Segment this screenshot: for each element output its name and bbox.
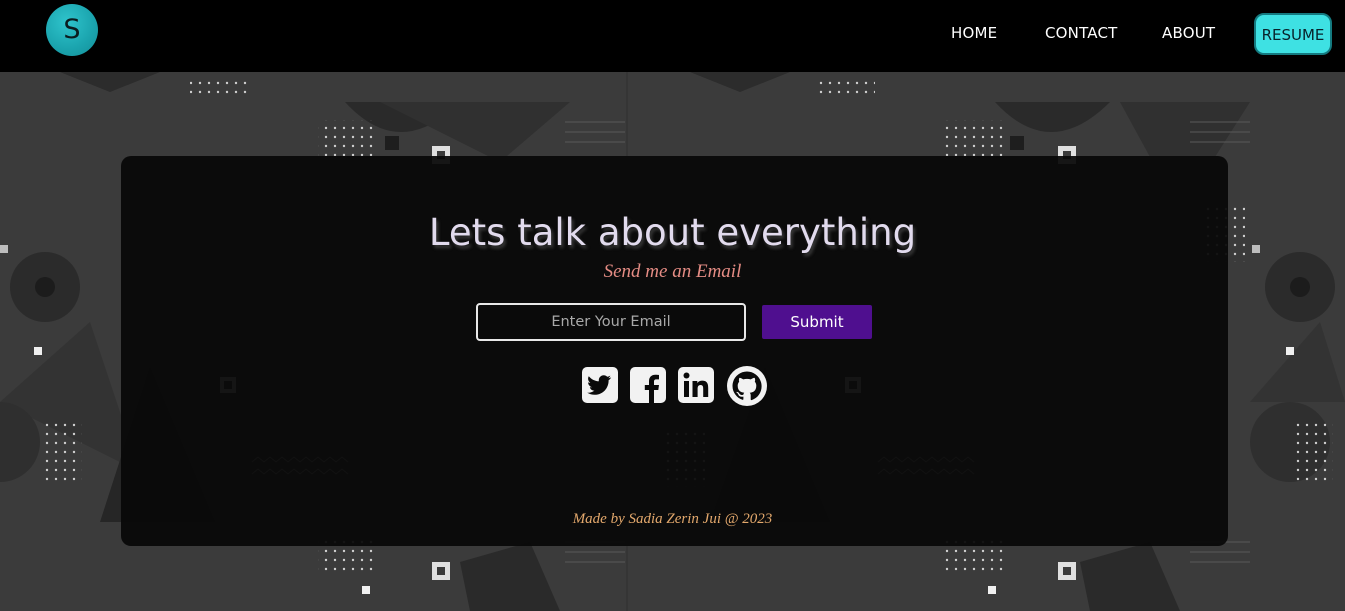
resume-button[interactable]: RESUME: [1254, 13, 1332, 55]
linkedin-icon[interactable]: [676, 365, 716, 405]
footer-credit: Made by Sadia Zerin Jui @ 2023: [572, 511, 773, 527]
nav-link-about[interactable]: ABOUT: [1162, 24, 1215, 42]
navbar: S HOME CONTACT ABOUT RESUME: [0, 0, 1345, 72]
logo-avatar[interactable]: S: [46, 4, 98, 56]
submit-button[interactable]: Submit: [762, 305, 872, 339]
email-input[interactable]: [476, 303, 746, 341]
twitter-icon[interactable]: [580, 365, 620, 405]
facebook-icon[interactable]: [628, 365, 668, 405]
contact-subheading: Send me an Email: [603, 261, 742, 282]
contact-heading: Lets talk about everything: [428, 211, 917, 254]
github-icon[interactable]: [726, 365, 767, 406]
nav-link-contact[interactable]: CONTACT: [1045, 24, 1118, 42]
nav-link-home[interactable]: HOME: [951, 24, 997, 42]
